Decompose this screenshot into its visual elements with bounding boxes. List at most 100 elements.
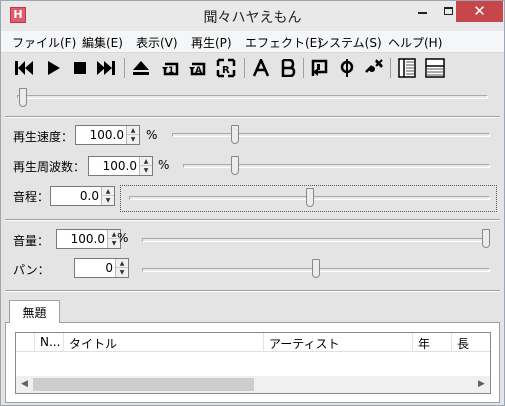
menu-system[interactable]: システム(S) (317, 34, 382, 51)
frequency-slider-track[interactable] (183, 164, 490, 168)
scrollbar-thumb[interactable] (33, 378, 254, 391)
volume-stepper[interactable]: 100.0 ▲ ▼ (56, 229, 121, 249)
playlist-toggle-button[interactable] (424, 57, 446, 79)
repeat-all-button[interactable]: A (187, 57, 209, 79)
pan-down-button[interactable]: ▼ (116, 268, 128, 277)
pitch-stepper[interactable]: 0.0 ▲ ▼ (50, 186, 115, 206)
marker-b-icon (281, 59, 296, 77)
pitch-label: 音程： (13, 190, 50, 204)
toolbar-separator (390, 58, 391, 78)
app-window: H 聞々ハヤえもん ✕ ファイル(F) 編集(E) 表示(V) 再生(P) エフ… (0, 0, 505, 406)
seek-slider-thumb[interactable] (19, 88, 27, 107)
playlist-table[interactable]: N... タイトル アーティスト 年 長 ◀ ▶ (15, 332, 491, 394)
pitch-up-button[interactable]: ▲ (102, 187, 114, 196)
menu-effect[interactable]: エフェクト(E) (245, 34, 322, 51)
loop-ab-button[interactable] (309, 57, 331, 79)
add-marker-button[interactable] (336, 57, 358, 79)
pan-up-button[interactable]: ▲ (116, 259, 128, 268)
eject-icon (133, 61, 149, 75)
column-header-artist[interactable]: アーティスト (264, 333, 413, 352)
speed-unit: % (146, 128, 158, 142)
speed-stepper[interactable]: 100.0 ▲ ▼ (75, 125, 140, 145)
previous-button[interactable] (13, 57, 35, 79)
menu-playback[interactable]: 再生(P) (191, 34, 232, 51)
stop-button[interactable] (69, 57, 91, 79)
volume-unit: % (117, 231, 129, 245)
close-button[interactable]: ✕ (456, 1, 503, 22)
title-bar[interactable]: H 聞々ハヤえもん ✕ (1, 1, 504, 31)
minimize-icon (417, 12, 427, 14)
pitch-down-button[interactable]: ▼ (102, 196, 114, 205)
random-button[interactable]: R (215, 57, 237, 79)
playlist-pane-icon (425, 58, 445, 78)
divider (5, 290, 500, 292)
speed-down-button[interactable]: ▼ (127, 135, 139, 144)
delete-marker-icon (365, 59, 383, 73)
repeat-one-icon: 1 (162, 62, 179, 76)
scroll-left-icon[interactable]: ◀ (16, 376, 33, 393)
open-button[interactable] (130, 57, 152, 79)
toolbar: 1 A R (1, 53, 504, 83)
column-header-check[interactable] (16, 333, 35, 352)
speed-up-button[interactable]: ▲ (127, 126, 139, 135)
frequency-value[interactable]: 100.0 (89, 159, 139, 173)
tab-playlist[interactable]: 無題 (9, 300, 60, 323)
frequency-up-button[interactable]: ▲ (140, 157, 152, 166)
menu-file[interactable]: ファイル(F) (12, 34, 76, 51)
toolbar-separator (244, 58, 245, 78)
play-icon (48, 61, 60, 75)
menu-bar: ファイル(F) 編集(E) 表示(V) 再生(P) エフェクト(E) システム(… (1, 31, 504, 53)
next-icon (97, 61, 115, 75)
column-header-year[interactable]: 年 (413, 333, 452, 352)
pitch-slider-thumb[interactable] (306, 188, 314, 207)
minimize-button[interactable] (409, 1, 435, 22)
speed-label: 再生速度： (13, 130, 74, 144)
volume-slider-thumb[interactable] (482, 229, 490, 248)
menu-help[interactable]: ヘルプ(H) (388, 34, 442, 51)
speed-slider-track[interactable] (172, 133, 490, 137)
pan-label: パン： (13, 263, 50, 277)
svg-text:1: 1 (168, 66, 174, 76)
svg-text:R: R (222, 65, 230, 76)
speed-slider-thumb[interactable] (231, 125, 239, 144)
next-button[interactable] (95, 57, 117, 79)
toolbar-separator (303, 58, 304, 78)
frequency-slider-thumb[interactable] (231, 156, 239, 175)
marker-b-button[interactable] (277, 57, 299, 79)
menu-edit[interactable]: 編集(E) (82, 34, 123, 51)
explorer-pane-icon (398, 58, 416, 78)
pan-slider-thumb[interactable] (312, 259, 320, 278)
close-icon: ✕ (473, 2, 486, 20)
menu-view[interactable]: 表示(V) (136, 34, 178, 51)
add-marker-icon (340, 59, 354, 77)
marker-a-button[interactable] (250, 57, 272, 79)
column-header-title[interactable]: タイトル (64, 333, 264, 352)
pitch-value[interactable]: 0.0 (51, 189, 101, 203)
horizontal-scrollbar[interactable]: ◀ ▶ (16, 376, 490, 393)
seek-area (1, 83, 504, 117)
seek-track[interactable] (17, 95, 488, 99)
frequency-unit: % (158, 158, 170, 172)
loop-ab-icon (311, 59, 328, 76)
frequency-stepper[interactable]: 100.0 ▲ ▼ (88, 156, 153, 176)
frequency-down-button[interactable]: ▼ (140, 166, 152, 175)
volume-value[interactable]: 100.0 (57, 232, 107, 246)
scroll-right-icon[interactable]: ▶ (473, 376, 490, 393)
speed-value[interactable]: 100.0 (76, 128, 126, 142)
marker-a-icon (252, 59, 270, 77)
pan-value[interactable]: 0 (75, 261, 115, 275)
repeat-one-button[interactable]: 1 (160, 57, 182, 79)
play-button[interactable] (42, 57, 64, 79)
maximize-icon (443, 7, 453, 15)
column-header-number[interactable]: N... (35, 333, 64, 352)
toolbar-separator (124, 58, 125, 78)
volume-label: 音量： (13, 234, 50, 248)
previous-icon (15, 61, 33, 75)
divider (5, 219, 500, 221)
column-header-length[interactable]: 長 (452, 333, 490, 352)
volume-slider-track[interactable] (142, 238, 490, 242)
delete-marker-button[interactable] (363, 57, 385, 79)
pan-stepper[interactable]: 0 ▲ ▼ (74, 258, 129, 278)
repeat-all-icon: A (189, 62, 206, 76)
explorer-toggle-button[interactable] (396, 57, 418, 79)
